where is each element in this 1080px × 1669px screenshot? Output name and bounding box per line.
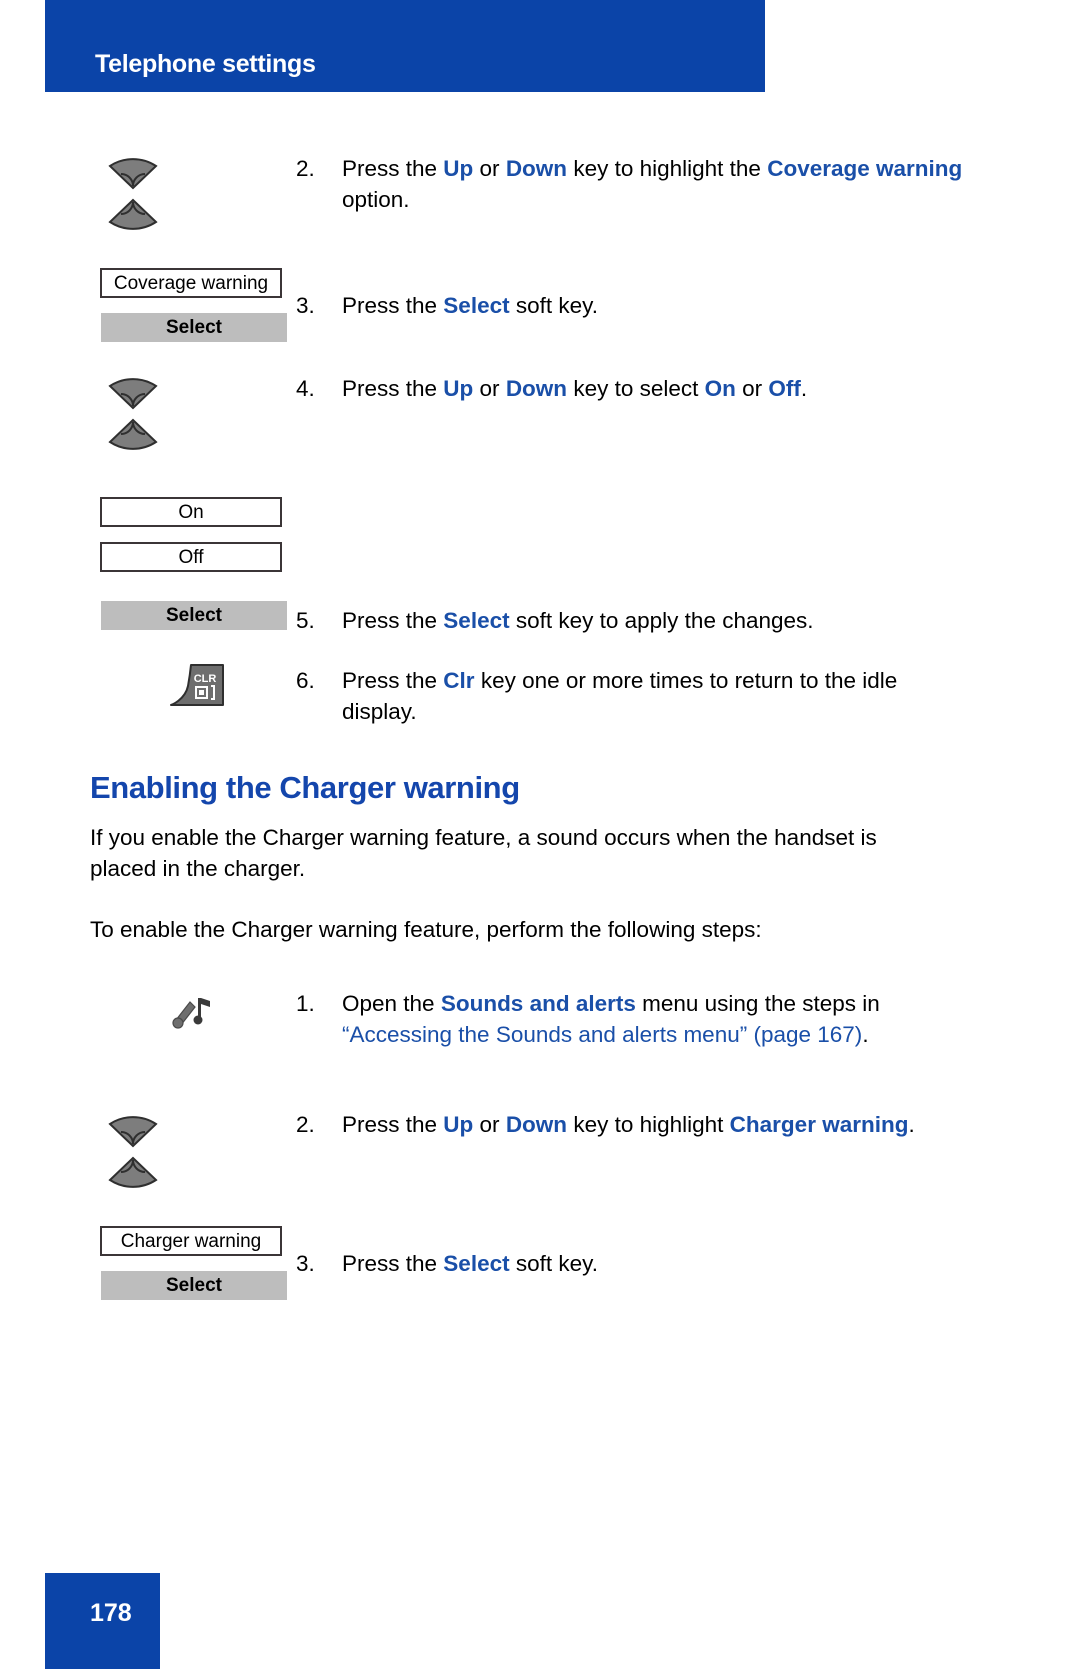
step-number: 2. <box>296 1112 315 1137</box>
key-up-label: Up <box>443 156 474 181</box>
step-text: 2. Press the Up or Down key to highlight… <box>296 1109 976 1140</box>
step-text-coverage-5: 5. Press the Select soft key to apply th… <box>296 605 976 636</box>
option-coverage-warning: Coverage warning <box>767 156 963 181</box>
section-heading-charger-warning: Enabling the Charger warning <box>90 770 520 805</box>
option-on: On <box>704 376 736 401</box>
step-body: Press the Select soft key to apply the c… <box>342 608 814 633</box>
step-body: Press the Clr key one or more times to r… <box>342 668 898 724</box>
softkey-select-label: Select <box>443 293 510 318</box>
step-text-coverage-6: 6. Press the Clr key one or more times t… <box>296 665 976 727</box>
step-number: 5. <box>296 608 315 633</box>
menu-sounds-and-alerts: Sounds and alerts <box>440 991 636 1016</box>
paragraph-charger-instructions: To enable the Charger warning feature, p… <box>90 917 762 942</box>
softkey-select[interactable]: Select <box>101 601 287 630</box>
step-body: Press the Select soft key. <box>342 293 598 318</box>
display-option-on[interactable]: On <box>100 497 282 527</box>
step-body: Press the Up or Down key to select On or… <box>342 376 808 401</box>
up-down-nav-key-icon <box>90 360 176 468</box>
step-icon-cell <box>90 140 290 248</box>
key-up-label: Up <box>443 1112 474 1137</box>
page-number: 178 <box>90 1599 132 1627</box>
step-text: 2. Press the Up or Down key to highlight… <box>296 153 976 215</box>
step-body: Press the Up or Down key to highlight th… <box>342 156 963 212</box>
paragraph-charger-description: If you enable the Charger warning featur… <box>90 825 877 881</box>
step-number: 4. <box>296 376 315 401</box>
display-coverage-warning: Coverage warning <box>100 268 282 298</box>
step-text-charger-1: 1. Open the Sounds and alerts menu using… <box>296 988 976 1050</box>
up-down-nav-key-icon <box>90 140 176 248</box>
step-number: 3. <box>296 293 315 318</box>
option-charger-warning: Charger warning <box>729 1112 909 1137</box>
step-number: 1. <box>296 991 315 1016</box>
step-icon-cell <box>90 360 290 468</box>
step-icon-cell <box>90 1098 290 1206</box>
page-header-banner: Telephone settings <box>45 0 765 92</box>
up-down-nav-key-icon <box>90 1098 176 1206</box>
key-down-label: Down <box>505 156 568 181</box>
step-number: 6. <box>296 668 315 693</box>
cross-reference-link[interactable]: “Accessing the Sounds and alerts menu” (… <box>342 1022 862 1047</box>
step-text-coverage-3: 3. Press the Select soft key. <box>296 290 976 321</box>
key-clr-label: Clr <box>443 668 475 693</box>
sounds-and-alerts-icon <box>172 990 220 1030</box>
step-body: Press the Up or Down key to highlight Ch… <box>342 1112 915 1137</box>
softkey-select[interactable]: Select <box>101 1271 287 1300</box>
clr-key-icon: CLR <box>167 662 227 706</box>
option-off: Off <box>768 376 801 401</box>
softkey-select-label: Select <box>443 608 510 633</box>
page-title: Telephone settings <box>95 50 316 78</box>
display-charger-warning: Charger warning <box>100 1226 282 1256</box>
key-down-label: Down <box>505 1112 568 1137</box>
step-body: Open the Sounds and alerts menu using th… <box>342 991 880 1047</box>
key-down-label: Down <box>505 376 568 401</box>
step-number: 2. <box>296 156 315 181</box>
step-body: Press the Select soft key. <box>342 1251 598 1276</box>
step-text-charger-3: 3. Press the Select soft key. <box>296 1248 976 1279</box>
softkey-select[interactable]: Select <box>101 313 287 342</box>
step-number: 3. <box>296 1251 315 1276</box>
display-option-off[interactable]: Off <box>100 542 282 572</box>
svg-text:CLR: CLR <box>194 673 217 685</box>
softkey-select-label: Select <box>443 1251 510 1276</box>
key-up-label: Up <box>443 376 474 401</box>
step-text: 4. Press the Up or Down key to select On… <box>296 373 976 404</box>
